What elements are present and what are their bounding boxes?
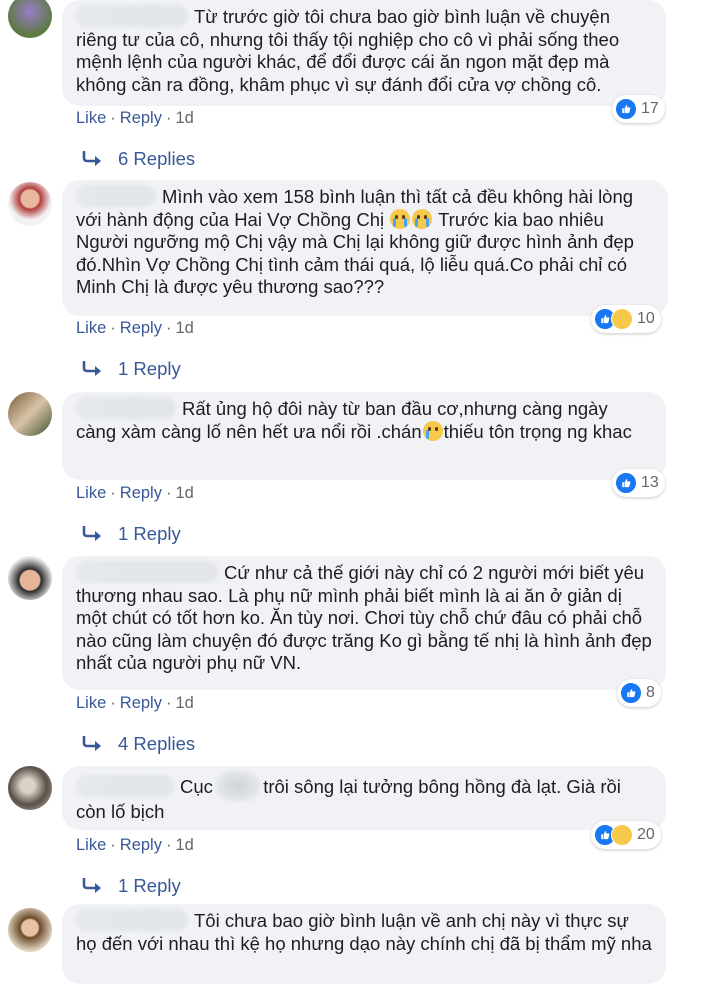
- like-link[interactable]: Like: [76, 319, 106, 337]
- comment-bubble: Mình vào xem 158 bình luận thì tất cả đề…: [62, 180, 668, 316]
- reaction-count: 10: [637, 310, 655, 327]
- view-replies-link[interactable]: 1 Reply: [82, 522, 181, 546]
- sad-reaction-icon: [611, 308, 633, 330]
- avatar[interactable]: [8, 182, 52, 226]
- crying-emoji-icon: [412, 208, 433, 229]
- reply-link[interactable]: Reply: [120, 836, 162, 854]
- reaction-summary[interactable]: 17: [612, 95, 665, 123]
- comment-bubble: Tôi chưa bao giờ bình luận về anh chị nà…: [62, 904, 666, 984]
- avatar[interactable]: [8, 392, 52, 436]
- like-link[interactable]: Like: [76, 694, 106, 712]
- reply-arrow-icon: [82, 878, 104, 894]
- comment-bubble: Rất ủng hộ đôi này từ ban đầu cơ,nhưng c…: [62, 392, 666, 480]
- thumbs-up-icon: [615, 472, 637, 494]
- replies-label: 1 Reply: [118, 523, 181, 544]
- reaction-summary[interactable]: 20: [591, 821, 661, 849]
- reply-link[interactable]: Reply: [120, 109, 162, 127]
- thumbs-up-icon: [620, 682, 642, 704]
- reaction-summary[interactable]: 10: [591, 305, 661, 333]
- replies-label: 1 Reply: [118, 875, 181, 896]
- timestamp[interactable]: 1d: [175, 836, 193, 854]
- view-replies-link[interactable]: 1 Reply: [82, 357, 181, 381]
- avatar[interactable]: [8, 908, 52, 952]
- author-name[interactable]: [76, 909, 188, 931]
- comment-actions: Like · Reply · 1d: [76, 109, 194, 128]
- comment-text: Từ trước giờ tôi chưa bao giờ bình luận …: [76, 5, 652, 96]
- reply-link[interactable]: Reply: [120, 694, 162, 712]
- timestamp[interactable]: 1d: [175, 694, 193, 712]
- redacted-word: [216, 771, 261, 801]
- comment-actions: Like · Reply · 1d: [76, 694, 194, 713]
- reaction-count: 8: [646, 684, 655, 701]
- reaction-summary[interactable]: 13: [612, 469, 665, 497]
- crying-emoji-icon: [390, 208, 411, 229]
- reaction-summary[interactable]: 8: [617, 679, 661, 707]
- comment-text: Mình vào xem 158 bình luận thì tất cả đề…: [76, 185, 654, 299]
- comment-body-cont: thiếu tôn trọng ng khac: [443, 420, 632, 442]
- avatar[interactable]: [8, 0, 52, 38]
- replies-label: 6 Replies: [118, 148, 196, 169]
- replies-label: 1 Reply: [118, 358, 181, 379]
- reaction-count: 17: [641, 100, 659, 117]
- reply-arrow-icon: [82, 361, 104, 377]
- timestamp[interactable]: 1d: [175, 319, 193, 337]
- comment-text: Tôi chưa bao giờ bình luận về anh chị nà…: [76, 909, 652, 955]
- comment-actions: Like · Reply · 1d: [76, 484, 194, 503]
- comment-actions: Like · Reply · 1d: [76, 836, 194, 855]
- view-replies-link[interactable]: 1 Reply: [82, 874, 181, 898]
- comment-text: Cứ như cả thế giới này chỉ có 2 người mớ…: [76, 561, 652, 675]
- reply-arrow-icon: [82, 151, 104, 167]
- haha-reaction-icon: [611, 824, 633, 846]
- comment-actions: Like · Reply · 1d: [76, 319, 194, 338]
- comment-bubble: Cục trôi sông lại tưởng bông hồng đà lạt…: [62, 766, 666, 830]
- author-name[interactable]: [76, 185, 156, 207]
- avatar[interactable]: [8, 766, 52, 810]
- like-link[interactable]: Like: [76, 836, 106, 854]
- comment-bubble: Từ trước giờ tôi chưa bao giờ bình luận …: [62, 0, 666, 106]
- view-replies-link[interactable]: 6 Replies: [82, 147, 195, 171]
- comment-bubble: Cứ như cả thế giới này chỉ có 2 người mớ…: [62, 556, 666, 690]
- reaction-count: 13: [641, 474, 659, 491]
- author-name[interactable]: [76, 561, 218, 583]
- timestamp[interactable]: 1d: [175, 109, 193, 127]
- author-name[interactable]: [76, 397, 176, 419]
- thumbs-up-icon: [615, 98, 637, 120]
- comment-text: Cục trôi sông lại tưởng bông hồng đà lạt…: [76, 771, 652, 824]
- reaction-count: 20: [637, 826, 655, 843]
- author-name[interactable]: [76, 775, 174, 797]
- like-link[interactable]: Like: [76, 484, 106, 502]
- replies-label: 4 Replies: [118, 733, 196, 754]
- crying-emoji-icon: [422, 420, 443, 441]
- comment-text: Rất ủng hộ đôi này từ ban đầu cơ,nhưng c…: [76, 397, 652, 443]
- view-replies-link[interactable]: 4 Replies: [82, 732, 195, 756]
- reply-link[interactable]: Reply: [120, 319, 162, 337]
- timestamp[interactable]: 1d: [175, 484, 193, 502]
- reply-arrow-icon: [82, 736, 104, 752]
- reply-arrow-icon: [82, 526, 104, 542]
- reply-link[interactable]: Reply: [120, 484, 162, 502]
- like-link[interactable]: Like: [76, 109, 106, 127]
- avatar[interactable]: [8, 556, 52, 600]
- comment-body: Cục: [180, 776, 213, 797]
- author-name[interactable]: [76, 5, 188, 27]
